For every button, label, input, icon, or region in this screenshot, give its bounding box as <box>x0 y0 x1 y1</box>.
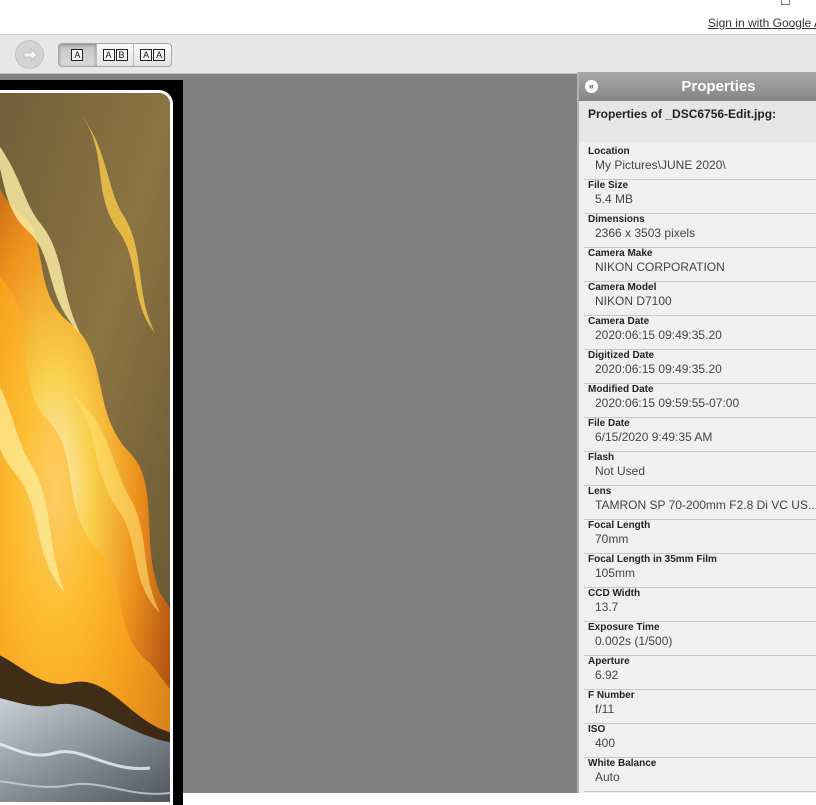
property-label: CCD Width <box>588 588 641 599</box>
property-value: 2020:06:15 09:49:35.20 <box>595 362 722 376</box>
sign-in-link[interactable]: Sign in with Google A <box>708 16 816 30</box>
property-label: Flash <box>588 452 615 463</box>
property-label: Aperture <box>588 656 630 667</box>
layout-button-3[interactable]: AA <box>134 44 171 66</box>
property-row: Aperture 6.92 <box>584 656 816 690</box>
property-value: 2020:06:15 09:59:55-07:00 <box>595 396 740 410</box>
property-row: Camera Make NIKON CORPORATION <box>584 248 816 282</box>
property-row: Exposure Time 0.002s (1/500) <box>584 622 816 656</box>
property-value: 105mm <box>595 566 636 580</box>
property-row: Focal Length 70mm <box>584 520 816 554</box>
toolbar: AABAA <box>0 34 816 74</box>
property-label: File Date <box>588 418 630 429</box>
layout-selector: AABAA <box>58 43 172 67</box>
property-row: CCD Width 13.7 <box>584 588 816 622</box>
layout-letter: B <box>115 49 128 61</box>
property-label: Exposure Time <box>588 622 660 633</box>
property-row: ISO 400 <box>584 724 816 758</box>
properties-header: « Properties <box>579 72 816 101</box>
property-value: 5.4 MB <box>595 192 634 206</box>
property-label: Camera Make <box>588 248 653 259</box>
property-label: File Size <box>588 180 629 191</box>
property-row: Location My Pictures\JUNE 2020\ <box>584 146 816 180</box>
property-row: F Number f/11 <box>584 690 816 724</box>
property-label: ISO <box>588 724 606 735</box>
property-label: Modified Date <box>588 384 654 395</box>
property-label: Focal Length in 35mm Film <box>588 554 717 565</box>
photo-frame <box>0 80 183 805</box>
property-value: NIKON CORPORATION <box>595 260 725 274</box>
property-value: 400 <box>595 736 616 750</box>
property-row: White Balance Auto <box>584 758 816 792</box>
image-viewer <box>0 74 577 805</box>
property-value: 70mm <box>595 532 629 546</box>
property-row: File Size 5.4 MB <box>584 180 816 214</box>
photo-image[interactable] <box>0 90 173 805</box>
property-value: Auto <box>595 770 620 784</box>
property-label: Focal Length <box>588 520 651 531</box>
property-value: 2020:06:15 09:49:35.20 <box>595 328 722 342</box>
properties-panel: « Properties Properties of _DSC6756-Edit… <box>577 72 816 793</box>
property-list: Location My Pictures\JUNE 2020\ File Size 5… <box>584 146 816 792</box>
property-row: Digitized Date 2020:06:15 09:49:35.20 <box>584 350 816 384</box>
property-label: Camera Model <box>588 282 657 293</box>
property-label: F Number <box>588 690 635 701</box>
layout-letter: A <box>153 49 166 61</box>
property-row: Camera Model NIKON D7100 <box>584 282 816 316</box>
layout-letter: A <box>140 49 153 61</box>
arrow-right-icon <box>23 48 38 62</box>
property-value: 13.7 <box>595 600 619 614</box>
top-bar: Sign in with Google A <box>0 0 816 34</box>
layout-button-2[interactable]: AB <box>97 44 135 66</box>
property-value: 0.002s (1/500) <box>595 634 673 648</box>
property-value: Not Used <box>595 464 646 478</box>
property-row: File Date 6/15/2020 9:49:35 AM <box>584 418 816 452</box>
property-value: 2366 x 3503 pixels <box>595 226 696 240</box>
property-value: 6/15/2020 9:49:35 AM <box>595 430 713 444</box>
property-row: Dimensions 2366 x 3503 pixels <box>584 214 816 248</box>
property-value: My Pictures\JUNE 2020\ <box>595 158 726 172</box>
property-label: Lens <box>588 486 612 497</box>
property-value: TAMRON SP 70-200mm F2.8 Di VC US... <box>595 498 816 512</box>
next-image-button[interactable] <box>15 40 44 69</box>
properties-file-heading: Properties of _DSC6756-Edit.jpg: <box>579 101 816 142</box>
layout-letter: A <box>102 49 115 61</box>
property-value: 6.92 <box>595 668 619 682</box>
property-label: Location <box>588 146 630 157</box>
property-row: Modified Date 2020:06:15 09:59:55-07:00 <box>584 384 816 418</box>
property-label: White Balance <box>588 758 657 769</box>
property-row: Flash Not Used <box>584 452 816 486</box>
layout-letter: A <box>71 49 84 61</box>
property-row: Lens TAMRON SP 70-200mm F2.8 Di VC US... <box>584 486 816 520</box>
property-value: NIKON D7100 <box>595 294 672 308</box>
window-checkbox[interactable] <box>781 0 790 5</box>
layout-button-1[interactable]: A <box>59 44 97 66</box>
properties-title: Properties <box>681 78 756 95</box>
property-label: Dimensions <box>588 214 645 225</box>
property-row: Camera Date 2020:06:15 09:49:35.20 <box>584 316 816 350</box>
property-label: Camera Date <box>588 316 650 327</box>
property-value: f/11 <box>595 702 615 716</box>
property-label: Digitized Date <box>588 350 655 361</box>
property-row: Focal Length in 35mm Film 105mm <box>584 554 816 588</box>
